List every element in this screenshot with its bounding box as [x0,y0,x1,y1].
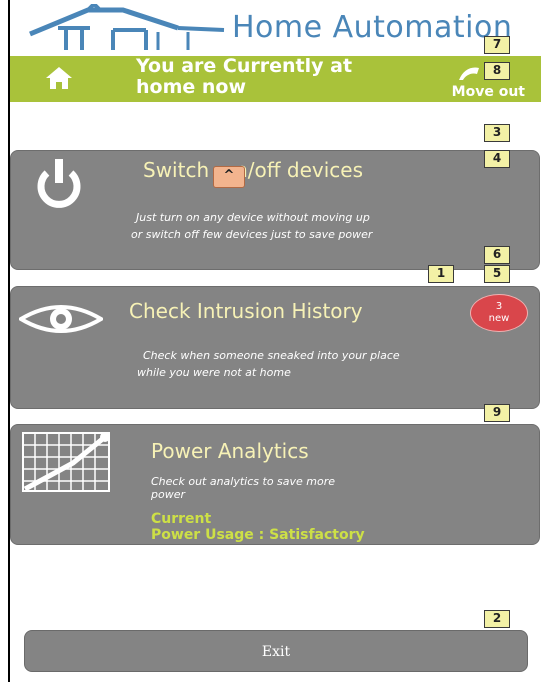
scroll-up-badge[interactable]: ^ [213,166,245,188]
new-intrusions-badge[interactable]: 3 new [470,294,528,332]
badge-4: 4 [484,150,510,168]
badge-9: 9 [484,404,510,422]
power-usage-status: Current Power Usage : Satisfactory [151,511,365,543]
move-out-icon [459,67,479,80]
power-icon [37,159,81,208]
badge-2: 2 [484,610,510,628]
badge-3: 3 [484,124,510,142]
exit-button[interactable]: Exit [24,630,528,672]
intrusion-history-title: Check Intrusion History [129,299,363,323]
switch-devices-title: Switch n/off devices [143,158,364,182]
house-logo-icon [29,4,225,50]
switch-devices-desc: Just turn on any device without moving u… [131,211,373,241]
home-status-text: You are Currently at home now [136,55,353,98]
badge-5: 5 [484,265,510,283]
move-out-label: Move out [451,84,525,100]
switch-devices-card[interactable]: Switch n/off devices Just turn on any dev… [10,150,540,270]
power-analytics-desc: Check out analytics to save more power [151,475,336,501]
intrusion-history-desc: Check when someone sneaked into your pla… [137,349,400,379]
home-icon[interactable] [44,65,74,91]
badge-6: 6 [484,246,510,264]
move-out-button[interactable]: Move out [417,62,527,100]
badge-7: 7 [484,36,510,54]
analytics-chart-icon [22,432,110,492]
app-header: Home Automation [10,0,541,56]
power-analytics-title: Power Analytics [151,439,309,463]
status-banner: You are Currently at home now Move out [10,56,541,102]
power-analytics-card[interactable]: Power Analytics Check out analytics to s… [10,424,540,545]
eye-icon [19,305,103,333]
intrusion-history-card[interactable]: Check Intrusion History Check when someo… [10,286,540,409]
app-title: Home Automation [232,10,513,45]
badge-1: 1 [428,265,454,283]
badge-8: 8 [484,62,510,80]
